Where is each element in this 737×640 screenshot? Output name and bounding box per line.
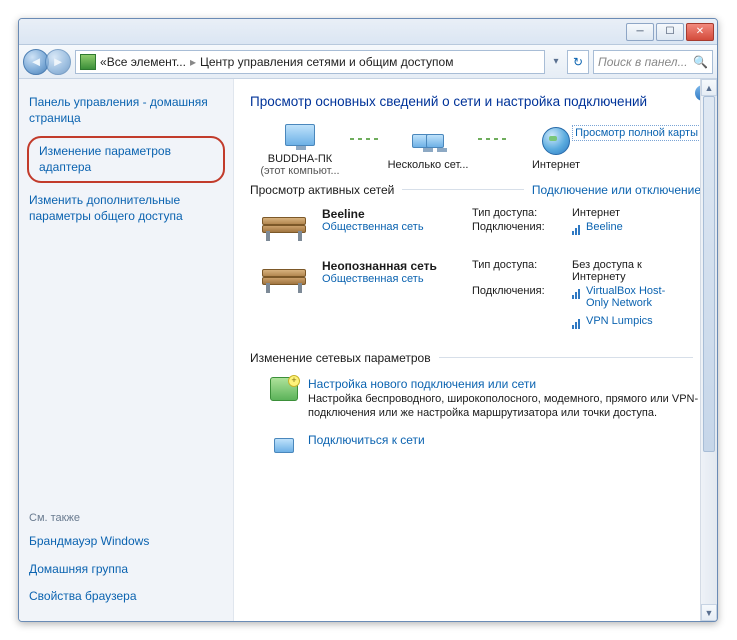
see-also-label: См. также: [29, 512, 223, 524]
network-name: Beeline: [322, 207, 472, 221]
sidebar-adapter-settings-link[interactable]: Изменение параметров адаптера: [27, 136, 225, 183]
connection-link[interactable]: VirtualBox Host-Only Network: [572, 285, 666, 309]
settings-item-title[interactable]: Подключиться к сети: [308, 433, 425, 447]
network-type-link[interactable]: Общественная сеть: [322, 221, 472, 233]
active-networks-header: Просмотр активных сетей Подключение или …: [250, 183, 701, 197]
nav-forward-button[interactable]: ►: [45, 49, 71, 75]
scroll-thumb[interactable]: [703, 96, 715, 452]
sidebar-homegroup-link[interactable]: Домашняя группа: [29, 562, 223, 578]
bench-icon: [258, 207, 310, 241]
window: ─ ☐ ✕ ◄ ► « Все элемент... ▸ Центр управ…: [18, 18, 718, 622]
diagram-node-this-pc[interactable]: BUDDHA-ПК (этот компьют...: [250, 119, 350, 177]
connection-link[interactable]: Beeline: [572, 221, 623, 235]
monitor-icon: [285, 124, 315, 146]
control-panel-icon: [80, 54, 96, 70]
breadcrumb-part[interactable]: Центр управления сетями и общим доступом: [200, 55, 454, 69]
bench-icon: [258, 259, 310, 293]
refresh-button[interactable]: ↻: [567, 50, 589, 74]
connection-line-icon: [350, 138, 378, 140]
globe-icon: [542, 127, 570, 155]
network-name: Неопознанная сеть: [322, 259, 472, 273]
signal-icon: [572, 287, 582, 299]
minimize-button[interactable]: ─: [626, 23, 654, 41]
maximize-button[interactable]: ☐: [656, 23, 684, 41]
signal-icon: [572, 317, 582, 329]
scroll-track[interactable]: [701, 96, 717, 604]
titlebar: ─ ☐ ✕: [19, 19, 717, 45]
sidebar: Панель управления - домашняя страница Из…: [19, 79, 234, 621]
change-settings-header: Изменение сетевых параметров: [250, 351, 701, 365]
diagram-node-networks[interactable]: Несколько сет...: [378, 125, 478, 171]
monitor-icon: [426, 134, 444, 148]
settings-item-desc: Настройка беспроводного, широкополосного…: [308, 392, 701, 422]
scrollbar[interactable]: ▲ ▼: [700, 79, 717, 621]
connect-network-icon: [270, 433, 298, 457]
sidebar-firewall-link[interactable]: Брандмауэр Windows: [29, 534, 223, 550]
network-item: Неопознанная сеть Общественная сеть Тип …: [250, 255, 701, 345]
body: Панель управления - домашняя страница Из…: [19, 79, 717, 621]
breadcrumb-part[interactable]: Все элемент...: [107, 55, 186, 69]
sidebar-advanced-sharing-link[interactable]: Изменить дополнительные параметры общего…: [29, 193, 223, 224]
signal-icon: [572, 223, 582, 235]
breadcrumb-dropdown-icon[interactable]: ▾: [549, 56, 563, 67]
scroll-up-button[interactable]: ▲: [701, 79, 717, 96]
connection-line-icon: [478, 138, 506, 140]
new-connection-icon: [270, 377, 298, 401]
scroll-down-button[interactable]: ▼: [701, 604, 717, 621]
close-button[interactable]: ✕: [686, 23, 714, 41]
content-pane: ? Просмотр основных сведений о сети и на…: [234, 79, 717, 621]
diagram-node-internet[interactable]: Интернет: [506, 125, 606, 171]
breadcrumb[interactable]: « Все элемент... ▸ Центр управления сетя…: [75, 50, 545, 74]
settings-item-title[interactable]: Настройка нового подключения или сети: [308, 377, 701, 391]
connect-disconnect-link[interactable]: Подключение или отключение: [532, 183, 701, 197]
settings-item-connect-network[interactable]: Подключиться к сети: [250, 427, 701, 463]
network-item: Beeline Общественная сеть Тип доступа: И…: [250, 203, 701, 255]
search-input[interactable]: Поиск в панел... 🔍: [593, 50, 713, 74]
settings-item-new-connection[interactable]: Настройка нового подключения или сети На…: [250, 371, 701, 428]
page-title: Просмотр основных сведений о сети и наст…: [250, 93, 701, 111]
search-icon: 🔍: [693, 55, 708, 69]
sidebar-home-link[interactable]: Панель управления - домашняя страница: [29, 95, 223, 126]
sidebar-browser-link[interactable]: Свойства браузера: [29, 589, 223, 605]
address-bar: ◄ ► « Все элемент... ▸ Центр управления …: [19, 45, 717, 79]
network-type-link[interactable]: Общественная сеть: [322, 273, 472, 285]
connection-link[interactable]: VPN Lumpics: [572, 315, 666, 329]
